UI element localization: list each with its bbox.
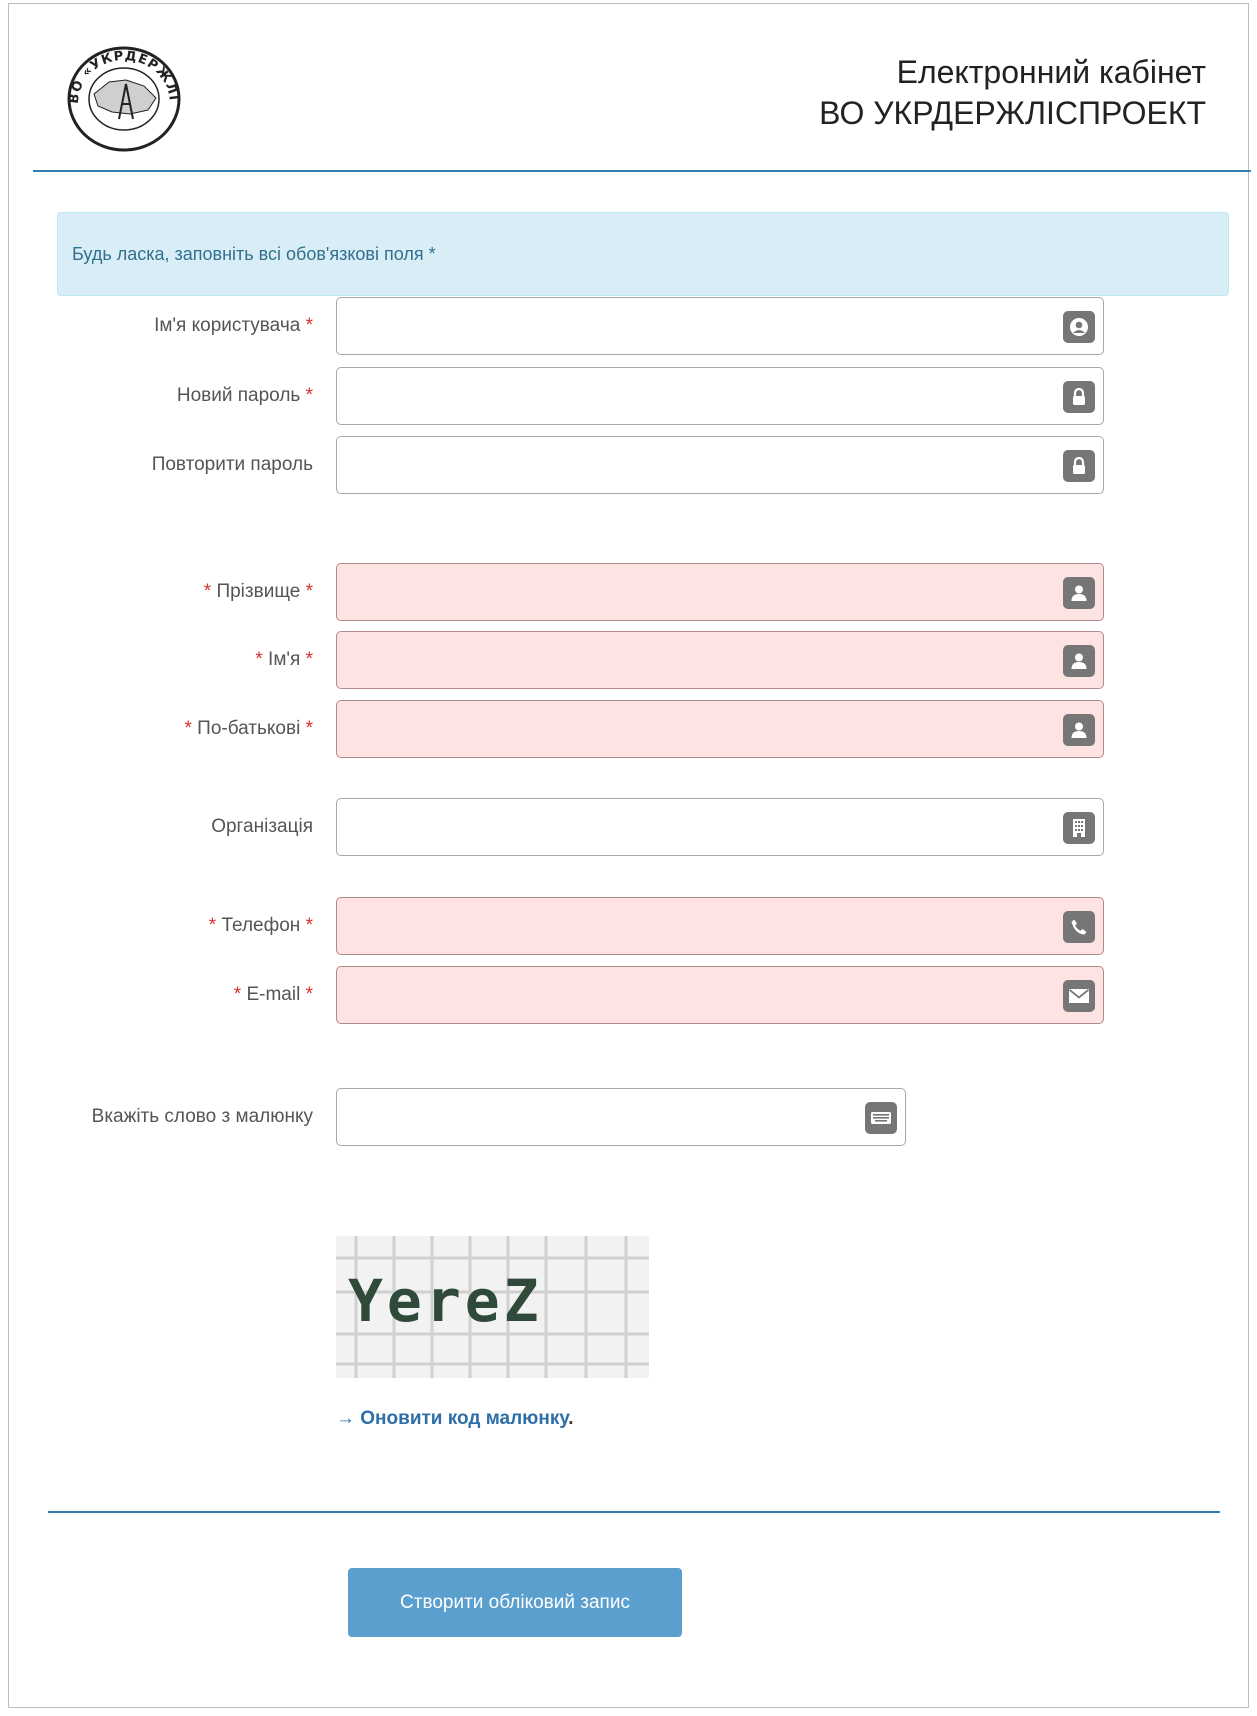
repeat-password-field[interactable] bbox=[336, 436, 1104, 494]
create-account-button[interactable]: Створити обліковий запис bbox=[348, 1568, 682, 1637]
header-divider bbox=[33, 170, 1251, 172]
lock-icon bbox=[1063, 381, 1095, 413]
captcha-image: YereZ bbox=[336, 1236, 649, 1378]
new-password-row: Новий пароль * bbox=[0, 367, 1257, 425]
lock-icon bbox=[1063, 450, 1095, 482]
email-row: * E-mail * bbox=[0, 966, 1257, 1024]
svg-text:YereZ: YereZ bbox=[348, 1267, 543, 1335]
organization-field[interactable] bbox=[336, 798, 1104, 856]
first-name-row: * Ім'я * bbox=[0, 631, 1257, 689]
first-name-input[interactable] bbox=[337, 632, 1103, 688]
required-fields-alert: Будь ласка, заповніть всі обов'язкові по… bbox=[57, 212, 1229, 296]
user-icon bbox=[1063, 645, 1095, 677]
title-line-1: Електронний кабінет bbox=[896, 54, 1206, 90]
arrow-right-icon: → bbox=[336, 1408, 355, 1429]
patronymic-field[interactable] bbox=[336, 700, 1104, 758]
patronymic-row: * По-батькові * bbox=[0, 700, 1257, 758]
patronymic-label: * По-батькові * bbox=[184, 718, 313, 739]
phone-field[interactable] bbox=[336, 897, 1104, 955]
phone-row: * Телефон * bbox=[0, 897, 1257, 955]
surname-row: * Прізвище * bbox=[0, 563, 1257, 621]
new-password-field[interactable] bbox=[336, 367, 1104, 425]
user-circle-icon bbox=[1063, 311, 1095, 343]
phone-label: * Телефон * bbox=[208, 915, 313, 936]
username-row: Ім'я користувача * bbox=[0, 297, 1257, 355]
footer-divider bbox=[48, 1511, 1220, 1513]
user-icon bbox=[1063, 577, 1095, 609]
envelope-icon bbox=[1063, 980, 1095, 1012]
organization-label: Організація bbox=[211, 816, 313, 837]
captcha-label: Вкажіть слово з малюнку bbox=[91, 1106, 313, 1127]
refresh-captcha-link[interactable]: → Оновити код малюнку. bbox=[336, 1408, 574, 1430]
first-name-label: * Ім'я * bbox=[255, 649, 313, 670]
keyboard-icon bbox=[865, 1102, 897, 1134]
phone-icon bbox=[1063, 911, 1095, 943]
repeat-password-row: Повторити пароль bbox=[0, 436, 1257, 494]
email-input[interactable] bbox=[337, 967, 1103, 1023]
captcha-row: Вкажіть слово з малюнку bbox=[0, 1088, 1257, 1146]
repeat-password-input[interactable] bbox=[337, 437, 1103, 493]
captcha-input[interactable] bbox=[337, 1089, 905, 1145]
username-field[interactable] bbox=[336, 297, 1104, 355]
page-title: Електронний кабінет ВО УКРДЕРЖЛІСПРОЕКТ bbox=[819, 52, 1206, 134]
surname-label: * Прізвище * bbox=[203, 581, 313, 602]
new-password-input[interactable] bbox=[337, 368, 1103, 424]
captcha-field[interactable] bbox=[336, 1088, 906, 1146]
email-field[interactable] bbox=[336, 966, 1104, 1024]
alert-text: Будь ласка, заповніть всі обов'язкові по… bbox=[72, 243, 436, 264]
organization-row: Організація bbox=[0, 798, 1257, 856]
first-name-field[interactable] bbox=[336, 631, 1104, 689]
logo-seal: ВО «УКРДЕРЖЛІСПРОЕКТ» bbox=[64, 44, 181, 152]
user-icon bbox=[1063, 714, 1095, 746]
username-label: Ім'я користувача * bbox=[154, 315, 313, 336]
surname-field[interactable] bbox=[336, 563, 1104, 621]
email-label: * E-mail * bbox=[233, 984, 313, 1005]
title-line-2: ВО УКРДЕРЖЛІСПРОЕКТ bbox=[819, 95, 1206, 131]
organization-input[interactable] bbox=[337, 799, 1103, 855]
surname-input[interactable] bbox=[337, 564, 1103, 620]
repeat-password-label: Повторити пароль bbox=[151, 454, 313, 475]
username-input[interactable] bbox=[337, 298, 1103, 354]
new-password-label: Новий пароль * bbox=[176, 385, 313, 406]
refresh-captcha-text: Оновити код малюнку bbox=[360, 1408, 569, 1429]
patronymic-input[interactable] bbox=[337, 701, 1103, 757]
phone-input[interactable] bbox=[337, 898, 1103, 954]
building-icon bbox=[1063, 812, 1095, 844]
